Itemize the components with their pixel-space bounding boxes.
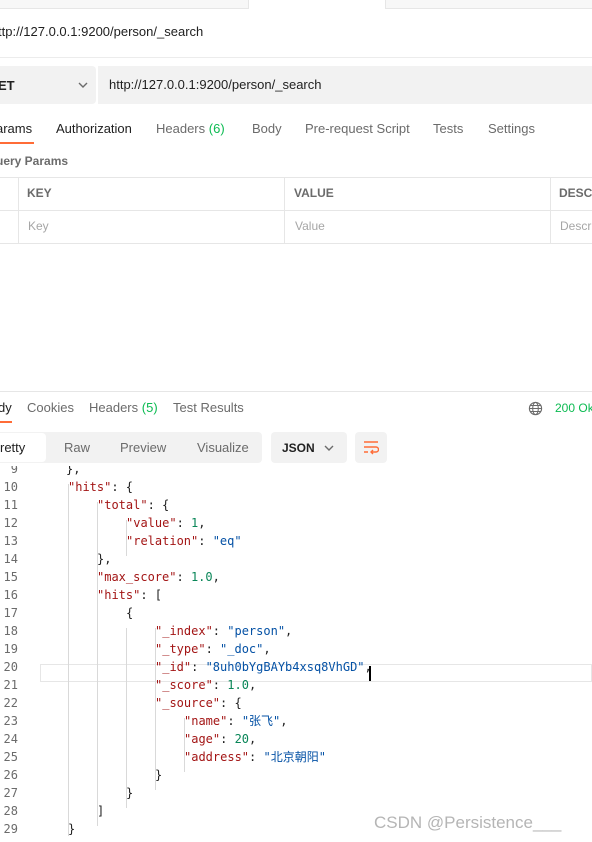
method-label: ET: [0, 78, 15, 93]
chevron-down-icon[interactable]: [76, 78, 90, 92]
watermark: CSDN @Persistence___: [374, 813, 562, 832]
response-headers-label: Headers: [89, 400, 139, 415]
line-number: 28: [3, 804, 18, 818]
tab-authorization[interactable]: Authorization: [56, 121, 132, 136]
code-text: "relation": "eq": [126, 534, 242, 548]
tab-settings[interactable]: Settings: [488, 121, 535, 136]
code-text: "name": "张飞",: [184, 714, 288, 728]
response-tab-body[interactable]: dy: [0, 400, 12, 415]
active-tab-indicator: [0, 142, 34, 144]
view-mode-raw-button[interactable]: Raw: [64, 440, 90, 455]
active-response-tab-indicator: [0, 421, 12, 423]
code-text: "age": 20,: [184, 732, 257, 746]
view-mode-pretty-label: retty: [0, 440, 26, 455]
response-tab-cookies[interactable]: Cookies: [27, 400, 74, 415]
code-text: }: [126, 786, 134, 800]
status-badge: 200 Ok: [555, 401, 592, 415]
code-text: }: [68, 822, 76, 836]
line-number: 21: [3, 678, 18, 692]
line-number: 10: [3, 480, 18, 494]
response-body[interactable]: 9}, 10 "hits": { 11 "total": { 12 "value": 1, 1…: [0, 466, 592, 842]
code-text: ]: [97, 804, 105, 818]
wrap-lines-icon: [364, 441, 379, 455]
request-title: ttp://127.0.0.1:9200/person/_search: [0, 24, 204, 39]
table-border-bottom: [0, 243, 592, 244]
text-caret: [369, 666, 371, 681]
divider: [0, 57, 592, 58]
code-text: "_index": "person",: [155, 624, 293, 638]
code-text: "total": {: [97, 498, 170, 512]
indent-guide: [68, 484, 69, 836]
globe-icon[interactable]: [528, 401, 543, 416]
code-text: "hits": {: [68, 480, 134, 494]
tab-tests[interactable]: Tests: [433, 121, 463, 136]
query-params-title: uery Params: [0, 154, 69, 168]
tab-headers[interactable]: Headers (6): [156, 121, 225, 136]
response-headers-count: (5): [141, 400, 158, 415]
line-number: 27: [3, 786, 18, 800]
line-number: 14: [3, 552, 18, 566]
column-header-description: DESC: [559, 186, 592, 200]
table-col-divider: [550, 177, 551, 244]
code-text: "_score": 1.0,: [155, 678, 257, 692]
tab-pre-request-script[interactable]: Pre-request Script: [305, 121, 410, 136]
response-tab-test-results[interactable]: Test Results: [173, 400, 244, 415]
code-text: "hits": [: [97, 588, 163, 602]
value-input[interactable]: Value: [295, 219, 325, 233]
line-number: 15: [3, 570, 18, 584]
tab-headers-label: Headers: [156, 121, 206, 136]
line-number: 16: [3, 588, 18, 602]
view-mode-preview-button[interactable]: Preview: [120, 440, 166, 455]
line-number: 20: [3, 660, 18, 674]
line-number: 9: [10, 466, 18, 476]
table-col-divider: [18, 177, 19, 244]
column-header-key: KEY: [27, 186, 52, 200]
tab-headers-count: (6): [208, 121, 225, 136]
line-number: 18: [3, 624, 18, 638]
code-text: {: [126, 606, 134, 620]
code-text: "value": 1,: [126, 516, 206, 530]
format-label: JSON: [282, 441, 315, 455]
column-header-value: VALUE: [294, 186, 334, 200]
table-col-divider: [284, 177, 285, 244]
line-number: 11: [3, 498, 18, 512]
chevron-down-icon[interactable]: [322, 441, 336, 455]
table-border-mid: [0, 210, 592, 211]
code-text: },: [97, 552, 112, 566]
code-text: "_source": {: [155, 696, 242, 710]
line-number: 13: [3, 534, 18, 548]
tab-body[interactable]: Body: [252, 121, 282, 136]
tab-strip: [0, 0, 592, 9]
line-number: 23: [3, 714, 18, 728]
view-mode-visualize-button[interactable]: Visualize: [197, 440, 249, 455]
code-text: "max_score": 1.0,: [97, 570, 220, 584]
active-request-tab[interactable]: [248, 0, 386, 9]
line-number: 12: [3, 516, 18, 530]
code-text: }: [155, 768, 163, 782]
tab-params[interactable]: arams: [0, 121, 32, 136]
table-border-top: [0, 177, 592, 178]
line-number: 24: [3, 732, 18, 746]
line-number: 17: [3, 606, 18, 620]
line-number: 19: [3, 642, 18, 656]
code-text: "_id": "8uh0bYgBAYb4xsq8VhGD",: [155, 660, 372, 674]
wrap-lines-button[interactable]: [355, 432, 387, 463]
response-divider: [0, 391, 592, 392]
line-number: 22: [3, 696, 18, 710]
description-input[interactable]: Descr: [560, 219, 591, 233]
code-text: "_type": "_doc",: [155, 642, 271, 656]
code-text: },: [66, 466, 81, 476]
url-text: http://127.0.0.1:9200/person/_search: [109, 77, 322, 92]
code-text: "address": "北京朝阳": [184, 750, 326, 764]
line-number: 29: [3, 822, 18, 836]
line-number: 25: [3, 750, 18, 764]
response-tab-headers[interactable]: Headers (5): [89, 400, 158, 415]
indent-guide: [126, 628, 127, 808]
line-number: 26: [3, 768, 18, 782]
key-input[interactable]: Key: [28, 219, 49, 233]
